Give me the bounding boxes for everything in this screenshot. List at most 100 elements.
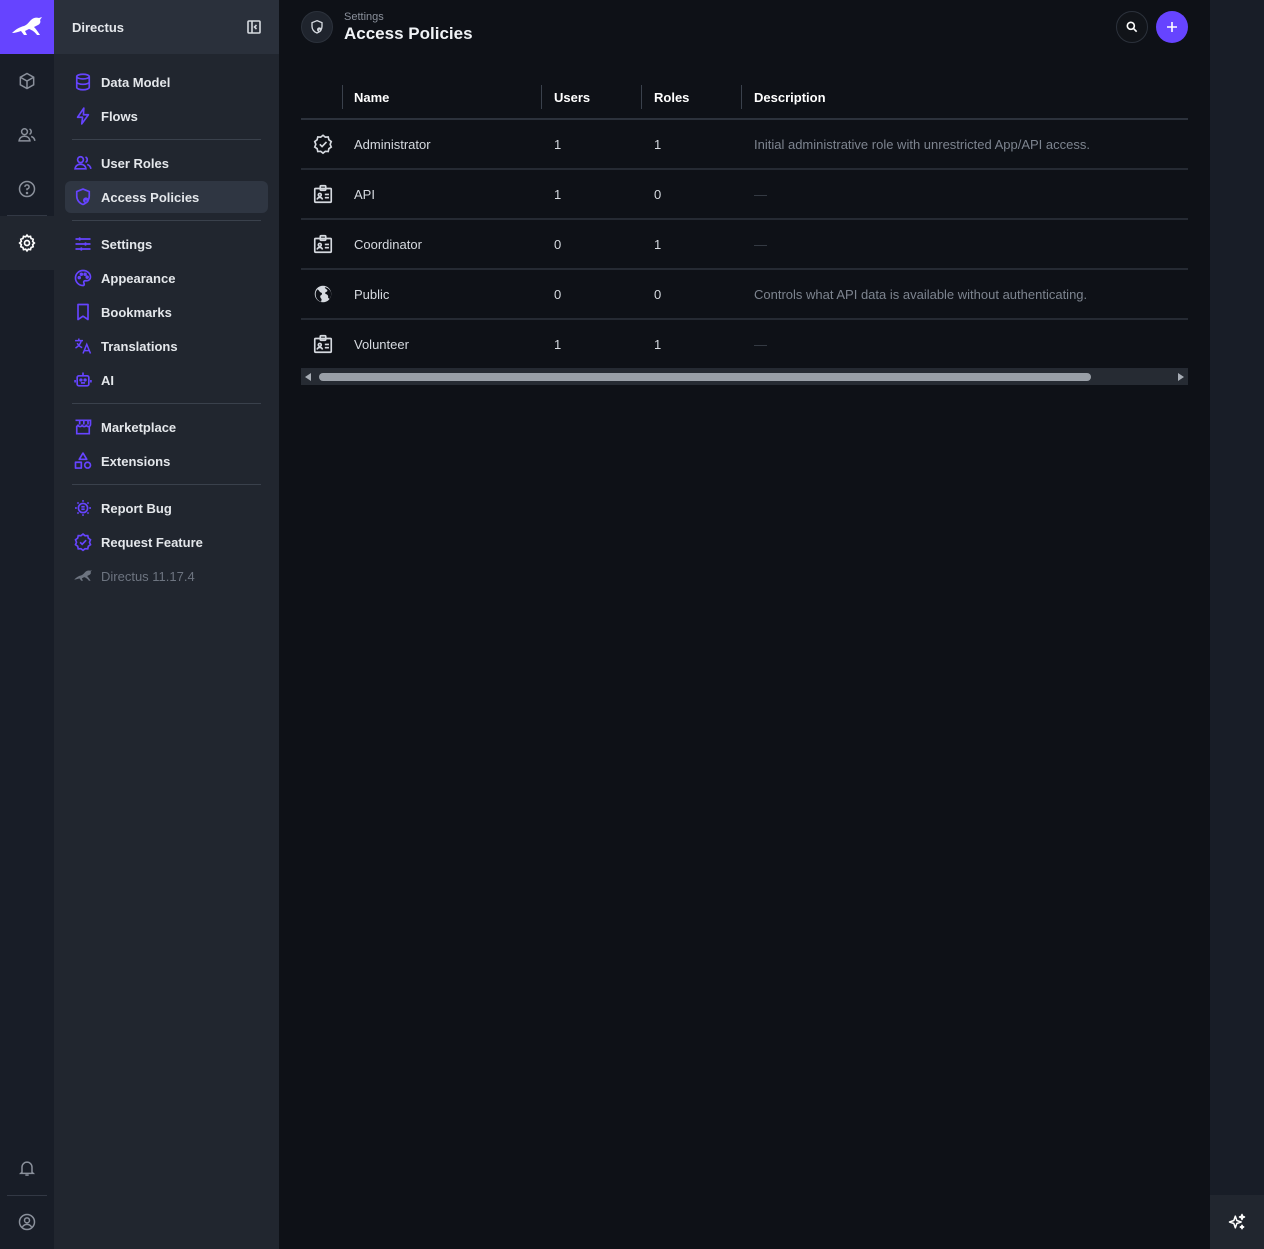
table-row[interactable]: API 1 0 — — [301, 170, 1188, 220]
nav-item-label: AI — [101, 372, 114, 388]
policy-roles: 0 — [654, 286, 662, 302]
verified-icon — [313, 134, 333, 155]
nav-item-report-bug[interactable]: Report Bug — [65, 492, 268, 524]
robot-icon — [74, 372, 92, 387]
database-icon — [75, 73, 91, 91]
horizontal-scrollbar[interactable] — [301, 369, 1188, 385]
user-account-button[interactable] — [0, 1195, 54, 1249]
help-module-button[interactable] — [0, 162, 54, 216]
table-row[interactable]: Coordinator 0 1 — — [301, 220, 1188, 270]
nav-divider — [72, 139, 261, 140]
nav-item-bookmarks[interactable]: Bookmarks — [65, 296, 268, 328]
column-resize-handle[interactable] — [741, 85, 742, 109]
column-resize-handle[interactable] — [541, 85, 542, 109]
column-header-users[interactable]: Users — [554, 77, 590, 118]
table-row[interactable]: Administrator 1 1 Initial administrative… — [301, 120, 1188, 170]
badge-icon — [313, 234, 333, 254]
nav-item-access-policies[interactable]: Access Policies — [65, 181, 268, 213]
column-header-name[interactable]: Name — [354, 77, 389, 118]
nav-item-label: Request Feature — [101, 534, 203, 550]
scroll-left-arrow-icon[interactable] — [305, 373, 311, 381]
nav-item-ai[interactable]: AI — [65, 364, 268, 396]
nav-item-flows[interactable]: Flows — [65, 100, 268, 132]
scrollbar-thumb[interactable] — [319, 373, 1091, 381]
policy-name: Public — [354, 286, 390, 302]
directus-logo[interactable] — [0, 0, 54, 54]
badge-icon — [313, 334, 333, 354]
nav-item-appearance[interactable]: Appearance — [65, 262, 268, 294]
nav-item-label: Report Bug — [101, 500, 172, 516]
bookmark-icon — [77, 303, 89, 321]
policy-name: API — [354, 186, 375, 202]
notifications-button[interactable] — [0, 1141, 54, 1195]
policy-description: Controls what API data is available with… — [754, 286, 1088, 302]
nav-header: Directus — [54, 0, 279, 54]
directus-rabbit-icon — [12, 17, 42, 35]
policy-roles: 1 — [654, 336, 662, 352]
verified-icon — [74, 533, 92, 552]
policy-description: — — [754, 236, 767, 252]
nav-item-version[interactable]: Directus 11.17.4 — [65, 560, 268, 592]
breadcrumb[interactable]: Settings — [344, 11, 384, 23]
help-icon — [18, 180, 36, 198]
search-button[interactable] — [1116, 11, 1148, 43]
nav-item-label: User Roles — [101, 155, 169, 171]
policy-roles: 1 — [654, 136, 662, 152]
column-resize-handle[interactable] — [641, 85, 642, 109]
gear-icon — [18, 233, 36, 253]
right-sidebar — [1210, 0, 1264, 1249]
policy-users: 1 — [554, 336, 562, 352]
bug-icon — [75, 500, 91, 516]
bell-icon — [18, 1161, 36, 1176]
page-title: Access Policies — [344, 24, 473, 43]
nav-item-label: Translations — [101, 338, 178, 354]
column-header-description[interactable]: Description — [754, 77, 826, 118]
column-header-roles[interactable]: Roles — [654, 77, 689, 118]
nav-item-label: Appearance — [101, 270, 176, 286]
policy-roles: 1 — [654, 236, 662, 252]
account-circle-icon — [18, 1213, 36, 1231]
settings-module-button[interactable] — [0, 216, 54, 270]
users-icon — [74, 155, 92, 170]
policy-users: 1 — [554, 186, 562, 202]
settings-navigation: Directus Data Model Flows User Roles Acc… — [54, 0, 279, 1249]
table-row[interactable]: Public 0 0 Controls what API data is ava… — [301, 270, 1188, 320]
collapse-sidebar-icon[interactable] — [247, 20, 261, 34]
app: Directus Data Model Flows User Roles Acc… — [0, 0, 1264, 1249]
policy-users: 0 — [554, 286, 562, 302]
nav-item-request-feature[interactable]: Request Feature — [65, 526, 268, 558]
policy-roles: 0 — [654, 186, 662, 202]
version-label: Directus 11.17.4 — [101, 568, 195, 584]
nav-item-label: Bookmarks — [101, 304, 172, 320]
search-icon — [1126, 21, 1138, 33]
nav-item-settings[interactable]: Settings — [65, 228, 268, 260]
nav-item-data-model[interactable]: Data Model — [65, 66, 268, 98]
policy-description: Initial administrative role with unrestr… — [754, 136, 1090, 152]
column-resize-handle[interactable] — [342, 85, 343, 109]
policy-description: — — [754, 186, 767, 202]
content-module-button[interactable] — [0, 54, 54, 108]
scroll-right-arrow-icon[interactable] — [1178, 373, 1184, 381]
policy-name: Coordinator — [354, 236, 422, 252]
nav-item-label: Settings — [101, 236, 153, 252]
nav-item-user-roles[interactable]: User Roles — [65, 147, 268, 179]
table-row[interactable]: Volunteer 1 1 — — [301, 320, 1188, 370]
nav-item-label: Flows — [101, 108, 138, 124]
shapes-icon — [74, 452, 92, 469]
badge-icon — [313, 184, 333, 204]
ai-assistant-button[interactable] — [1210, 1195, 1264, 1249]
users-module-button[interactable] — [0, 108, 54, 162]
page-header: Settings Access Policies — [301, 10, 1188, 44]
bolt-icon — [76, 107, 90, 125]
nav-list: Data Model Flows User Roles Access Polic… — [54, 54, 279, 592]
table-header: Name Users Roles Description — [301, 77, 1188, 120]
nav-item-marketplace[interactable]: Marketplace — [65, 411, 268, 443]
policy-icon — [75, 188, 91, 206]
plus-icon — [1167, 22, 1177, 32]
nav-item-extensions[interactable]: Extensions — [65, 445, 268, 477]
header-icon — [301, 11, 333, 43]
nav-item-label: Extensions — [101, 453, 171, 469]
create-policy-button[interactable] — [1156, 11, 1188, 43]
nav-item-label: Marketplace — [101, 419, 177, 435]
nav-item-translations[interactable]: Translations — [65, 330, 268, 362]
